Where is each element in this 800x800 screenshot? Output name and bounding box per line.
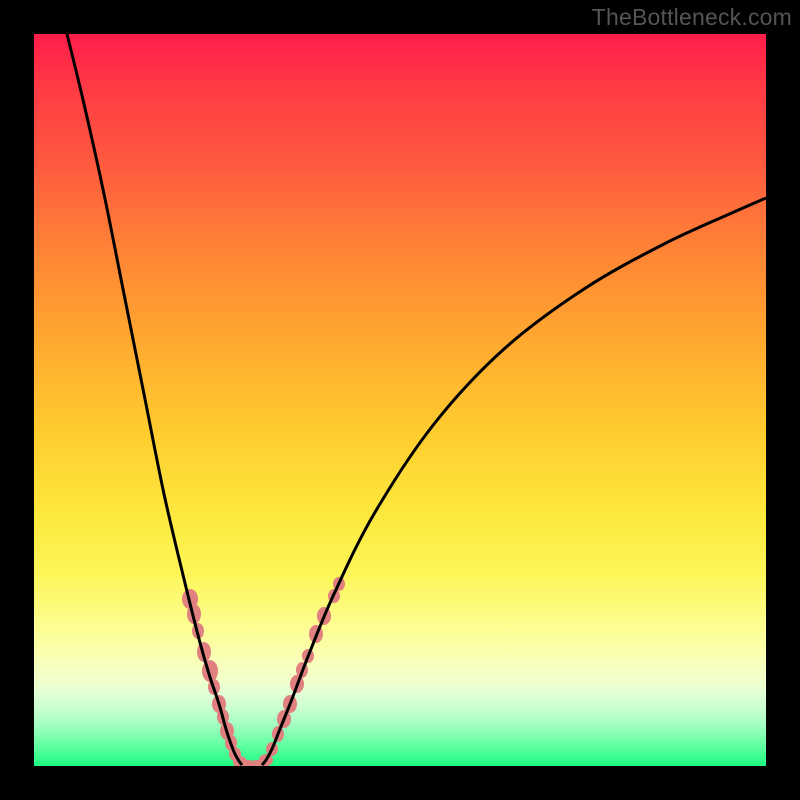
- right-curve: [262, 198, 766, 765]
- watermark-text: TheBottleneck.com: [592, 4, 792, 31]
- chart-svg: [34, 34, 766, 766]
- chart-plot-area: [34, 34, 766, 766]
- chart-dots-group: [182, 577, 345, 766]
- left-curve: [67, 34, 242, 765]
